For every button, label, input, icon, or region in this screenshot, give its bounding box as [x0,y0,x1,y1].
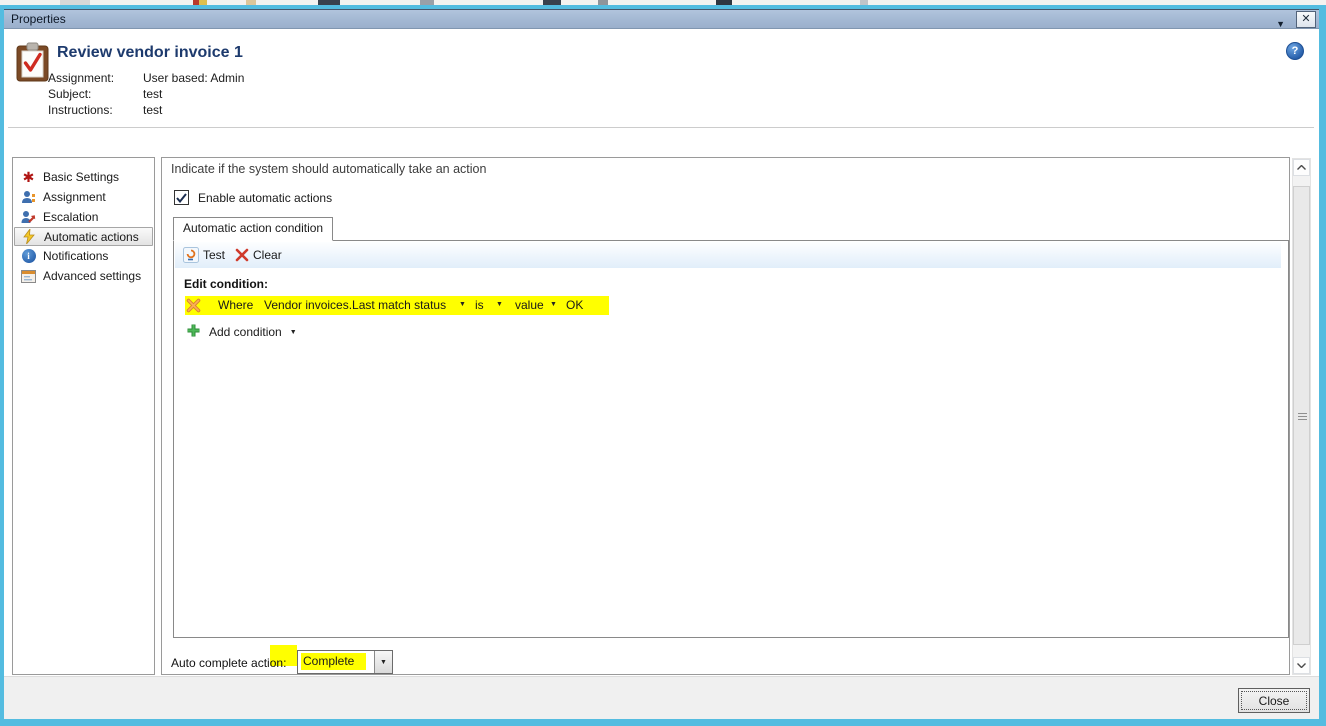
chevron-up-icon [1297,165,1306,170]
help-button[interactable]: ? [1286,42,1304,60]
scroll-down-button[interactable] [1293,657,1310,674]
header-field-row: Assignment: User based: Admin [0,71,600,87]
asterisk-icon: ✱ [20,169,37,185]
test-icon [183,247,199,263]
sidebar-item-label: Notifications [43,249,108,263]
condition-row: Where Vendor invoices.Last match status … [174,296,1288,316]
auto-complete-action-label: Auto complete action: [171,656,286,670]
edit-condition-label: Edit condition: [184,277,268,291]
dialog-footer: Close [4,676,1319,719]
checkbox-label: Enable automatic actions [198,191,332,205]
close-button-label: Close [1259,694,1290,708]
scroll-up-button[interactable] [1293,159,1310,176]
panel-instruction: Indicate if the system should automatica… [171,162,486,176]
lightning-icon [21,229,38,245]
sidebar-item-label: Escalation [43,210,98,224]
vertical-scrollbar[interactable] [1292,158,1311,675]
clear-button[interactable]: Clear [235,248,282,262]
chevron-down-icon[interactable]: ▼ [550,301,557,308]
test-button[interactable]: Test [183,247,225,263]
chevron-down-icon [1297,663,1306,668]
window-border-bottom [0,719,1326,726]
enable-automatic-actions-row: Enable automatic actions [174,190,332,205]
field-label: Assignment: [48,71,140,85]
help-icon: ? [1292,45,1299,57]
sidebar-item-label: Basic Settings [43,170,119,184]
automatic-actions-panel: Indicate if the system should automatica… [161,157,1290,675]
condition-valuetype-select[interactable]: value [515,298,544,312]
info-icon: i [20,248,37,264]
condition-editor: Test Clear Edit condition: Where Vendor … [173,240,1289,638]
auto-complete-action-combobox[interactable]: Complete ▼ [297,650,393,674]
person-icon [20,189,37,205]
chevron-down-icon: ▼ [380,659,387,666]
properties-dialog: { "window": { "title": "Properties" }, "… [0,0,1326,726]
sidebar-item-label: Assignment [43,190,106,204]
clear-red-x-icon [235,248,249,262]
condition-field-select[interactable]: Vendor invoices.Last match status [264,298,446,312]
chevron-down-icon: ▼ [290,329,297,336]
field-label: Subject: [48,87,140,101]
scrollbar-grip [1298,413,1307,420]
field-value: test [143,87,162,101]
window-border-right [1319,5,1326,726]
tab-automatic-action-condition[interactable]: Automatic action condition [173,217,333,241]
field-label: Instructions: [48,103,140,117]
condition-operator-select[interactable]: is [475,298,484,312]
chevron-down-icon[interactable]: ▼ [496,301,503,308]
person-arrow-icon [20,209,37,225]
workflow-element-title: Review vendor invoice 1 [57,44,243,62]
condition-keyword: Where [218,298,253,312]
remove-condition-icon[interactable] [186,298,201,316]
sidebar-item-assignment[interactable]: Assignment [13,187,154,207]
sidebar-item-automatic-actions[interactable]: Automatic actions [14,227,153,246]
condition-toolbar: Test Clear [175,242,1281,268]
close-icon: ✕ [1301,14,1310,25]
header-field-row: Subject: test [0,87,600,103]
enable-automatic-actions-checkbox[interactable] [174,190,189,205]
sidebar-item-label: Automatic actions [44,230,139,244]
condition-value[interactable]: OK [566,298,583,312]
header-separator [8,127,1314,128]
add-condition-button[interactable]: Add condition ▼ [186,323,297,341]
sidebar-item-label: Advanced settings [43,269,141,283]
settings-sidebar: ✱ Basic Settings Assignment Escalation A… [12,157,155,675]
window-menu-arrow-icon[interactable]: ▼ [1276,15,1285,33]
sidebar-item-escalation[interactable]: Escalation [13,207,154,227]
sidebar-item-advanced-settings[interactable]: Advanced settings [13,266,154,286]
close-button[interactable]: Close [1238,688,1310,713]
chevron-down-icon[interactable]: ▼ [459,301,466,308]
sidebar-item-basic-settings[interactable]: ✱ Basic Settings [13,167,154,187]
add-condition-label: Add condition [209,325,282,339]
close-window-button[interactable]: ✕ [1296,11,1316,28]
form-window-icon [20,268,37,284]
title-bar[interactable]: Properties ▼ ✕ [4,9,1319,29]
scrollbar-thumb[interactable] [1293,186,1310,645]
window-title: Properties [11,12,66,26]
combobox-dropdown-button[interactable]: ▼ [374,651,392,673]
field-value: test [143,103,162,117]
header-field-row: Instructions: test [0,103,600,119]
field-value: User based: Admin [143,71,244,85]
sidebar-item-notifications[interactable]: i Notifications [13,246,154,266]
add-plus-icon [186,323,201,341]
combobox-value: Complete [298,651,374,673]
